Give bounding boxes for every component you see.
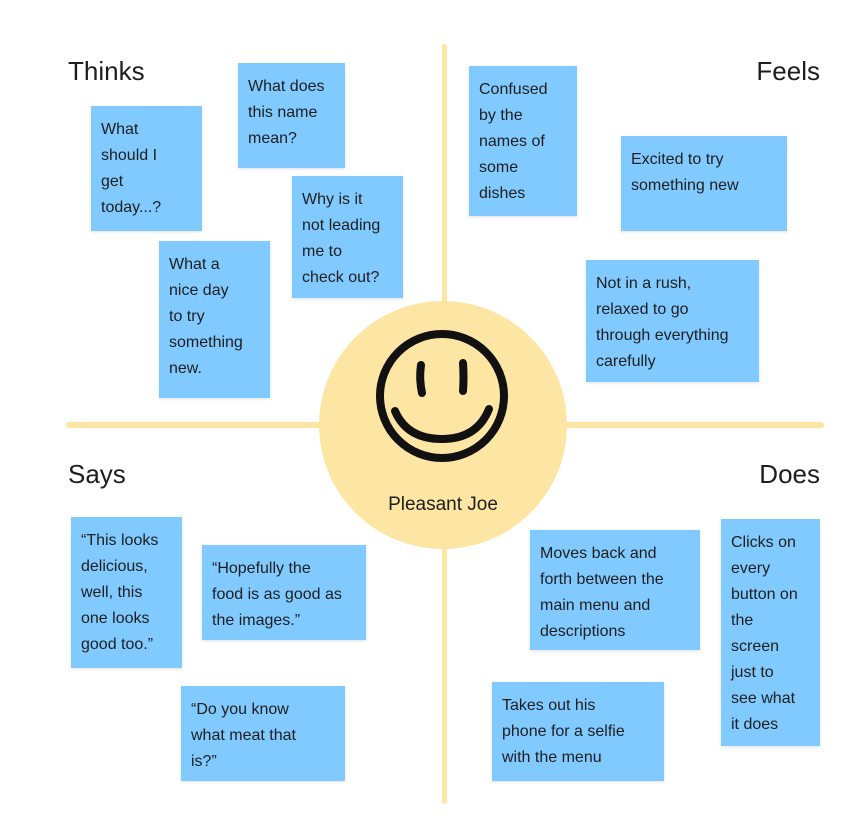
persona-name: Pleasant Joe <box>388 494 498 515</box>
sticky-note-says-1: “This looks delicious, well, this one lo… <box>71 517 182 668</box>
sticky-note-thinks-2: What should I get today...? <box>91 106 202 231</box>
sticky-note-feels-3: Not in a rush, relaxed to go through eve… <box>586 260 759 382</box>
quadrant-title-thinks: Thinks <box>68 56 145 86</box>
sticky-note-feels-1: Confused by the names of some dishes <box>469 66 577 216</box>
sticky-note-says-3: “Do you know what meat that is?” <box>181 686 345 781</box>
sticky-note-feels-2: Excited to try something new <box>621 136 787 231</box>
sticky-note-does-3: Takes out his phone for a selfie with th… <box>492 682 664 781</box>
sticky-note-does-1: Moves back and forth between the main me… <box>530 530 700 650</box>
sticky-note-does-2: Clicks on every button on the screen jus… <box>721 519 820 746</box>
sticky-note-thinks-4: What a nice day to try something new. <box>159 241 270 398</box>
sticky-note-thinks-1: What does this name mean? <box>238 63 345 168</box>
sticky-note-says-2: “Hopefully the food is as good as the im… <box>202 545 366 640</box>
quadrant-title-says: Says <box>68 459 126 489</box>
quadrant-title-does: Does <box>759 459 820 489</box>
quadrant-title-feels: Feels <box>756 56 820 86</box>
smiley-face-icon <box>376 330 508 462</box>
sticky-note-thinks-3: Why is it not leading me to check out? <box>292 176 403 298</box>
